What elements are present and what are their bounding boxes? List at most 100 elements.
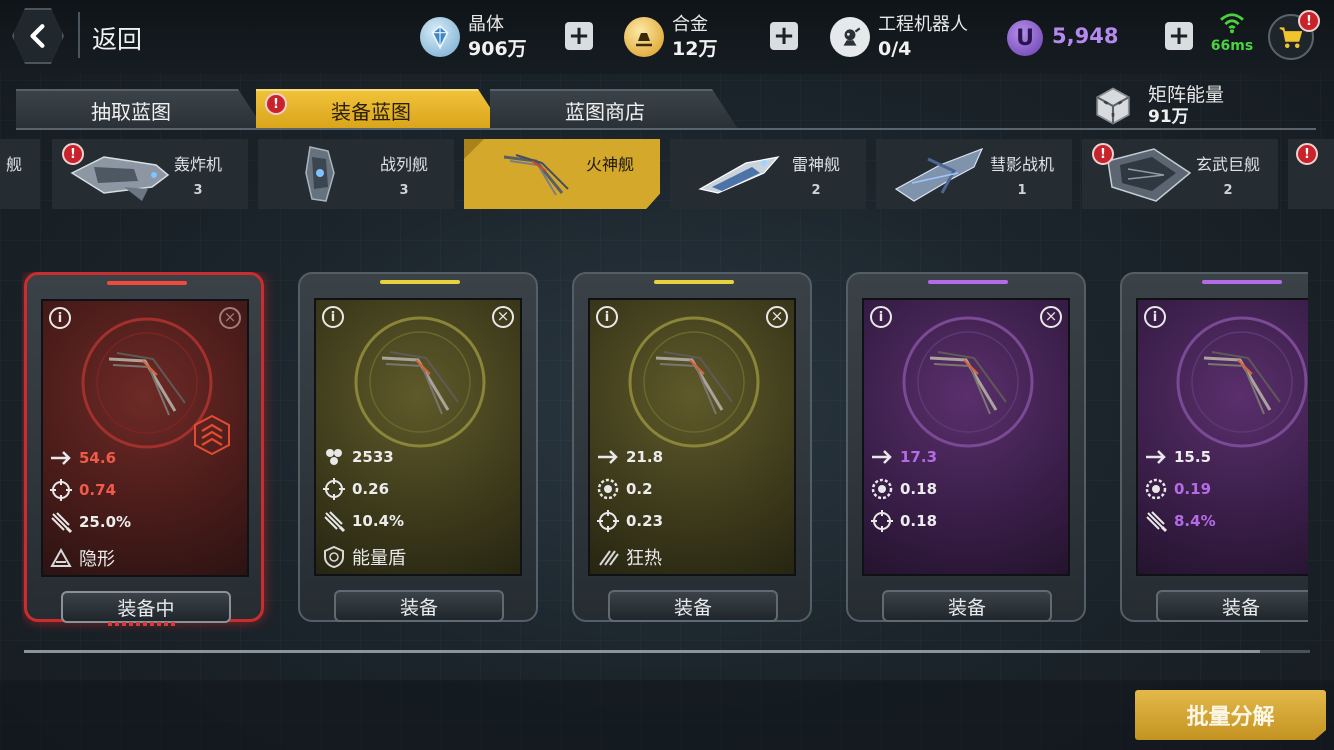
gear-ring-icon [597,478,619,500]
ship-name: 玄武巨舰 [1195,155,1260,174]
stat-row: 0.74 [49,477,116,503]
back-button[interactable] [12,8,64,64]
wifi-icon [1220,13,1244,34]
cards-scrollbar[interactable] [24,650,1310,653]
info-icon[interactable]: i [1144,306,1166,328]
divider [78,12,80,58]
matrix-energy-label: 矩阵能量 [1148,84,1225,106]
ship-name: 战列舰 [379,155,428,174]
stat-value: 2533 [352,448,394,466]
vulcan-ship-art [108,352,186,416]
speed-arrow-icon [51,451,71,465]
ship-count: 3 [399,183,409,198]
u-currency-value: 5,948 [1052,24,1119,48]
tab-blueprint-shop[interactable]: 蓝图商店 [490,89,738,129]
ship-alert-badge: ! [1092,143,1114,165]
alloy-label: 合金 [672,14,708,35]
tab-draw-blueprint[interactable]: 抽取蓝图 [16,89,264,129]
stat-value: 54.6 [79,449,117,467]
crosshair-icon [323,478,345,500]
equip-button[interactable]: 装备 [1156,590,1308,622]
info-icon[interactable]: i [49,307,71,329]
info-icon[interactable]: i [596,306,618,328]
stat-value: 0.74 [79,481,117,499]
vulcan-ship-art [929,351,1007,415]
equip-button[interactable]: 装备 [882,590,1052,622]
stat-value: 17.3 [900,448,938,466]
bulk-dismantle-button[interactable]: 批量分解 [1135,690,1326,740]
ship-item[interactable]: 舰 [0,139,40,209]
add-u-currency-button[interactable]: + [1165,22,1193,50]
stat-value: 0.26 [352,480,390,498]
crosshair-icon [597,510,619,532]
stat-row: 25.0% [49,509,131,535]
close-icon[interactable]: × [1040,306,1062,328]
ship-name: 轰炸机 [173,155,222,174]
alloy-value: 12万 [672,38,718,60]
stat-value: 10.4% [352,512,405,530]
stealth-icon [50,547,72,567]
ship-alert-badge: ! [1296,143,1318,165]
equipped-indicator [108,622,178,626]
matrix-energy: 矩阵能量 91万 [1092,84,1224,128]
ship-item-thor[interactable]: 雷神舰 2 [670,139,866,209]
matrix-energy-value: 91万 [1148,107,1189,127]
blueprint-card[interactable]: i × 2533 0.26 10.4% 能量盾 装备 [298,272,538,622]
vulcan-ship-art [1203,351,1281,415]
stat-value: 0.19 [1174,480,1212,498]
ship-type-strip: 舰 轰炸机 3 ! 战列舰 3 火神舰 雷神舰 2 彗影战机 1 玄武巨舰 2 … [0,139,1334,209]
tab-equip-blueprint[interactable]: 装备蓝图 [256,89,504,129]
scrollbar-thumb[interactable] [24,650,1260,653]
stat-row: 15.5 [1144,444,1211,470]
stat-value: 8.4% [1174,512,1216,530]
rank-chevron-icon [194,415,230,455]
blueprint-card[interactable]: i × 54.6 0.74 25.0% 隐形 装备中 [24,272,264,623]
missile-icon [51,512,73,534]
rarity-bar [107,281,187,285]
close-icon[interactable]: × [766,306,788,328]
robot-value: 0/4 [878,38,912,60]
add-crystal-button[interactable]: + [565,22,593,50]
info-icon[interactable]: i [322,306,344,328]
card-panel: i 15.5 0.19 8.4% [1136,298,1308,576]
stat-row: 0.26 [322,476,389,502]
equip-button[interactable]: 装备 [334,590,504,622]
blueprint-cards: i × 54.6 0.74 25.0% 隐形 装备中 i × 2533 0.26… [22,272,1308,632]
missile-icon [1146,511,1168,533]
info-icon[interactable]: i [870,306,892,328]
network-status: 66ms [1210,12,1254,54]
ship-item-battleship[interactable]: 战列舰 3 [258,139,454,209]
stat-row: 0.2 [596,476,653,502]
ship-item-vulcan[interactable]: 火神舰 [464,139,660,209]
rarity-bar [380,280,460,284]
stat-value: 21.8 [626,448,664,466]
blueprint-card[interactable]: i 15.5 0.19 8.4% 装备 [1120,272,1308,622]
top-bar: 返回 晶体 906万 + 合金 12万 + 工程机器人 0/4 U 5,948 … [0,0,1334,74]
skill-label: 隐形 [79,549,115,570]
stat-row: 21.8 [596,444,663,470]
equipped-button[interactable]: 装备中 [61,591,231,623]
speed-arrow-icon [1146,450,1166,464]
frenzy-icon [599,550,619,566]
ping-value: 66ms [1210,38,1254,54]
close-icon[interactable]: × [492,306,514,328]
energy-shield-icon [324,545,344,569]
blueprint-card[interactable]: i × 17.3 0.18 0.18 装备 [846,272,1086,622]
stat-row: 8.4% [1144,508,1216,534]
stat-value: 0.2 [626,480,653,498]
vulcan-ship-art [381,351,459,415]
card-panel: i × 2533 0.26 10.4% 能量盾 [314,298,522,576]
equip-button[interactable]: 装备 [608,590,778,622]
ship-count: 2 [1223,183,1233,198]
skill-row: 能量盾 [322,544,406,570]
blueprint-card[interactable]: i × 21.8 0.2 0.23 狂热 装备 [572,272,812,622]
close-icon[interactable]: × [219,307,241,329]
back-label[interactable]: 返回 [92,20,142,56]
ship-item-comet-fighter[interactable]: 彗影战机 1 [876,139,1072,209]
add-alloy-button[interactable]: + [770,22,798,50]
card-panel: i × 21.8 0.2 0.23 狂热 [588,298,796,576]
stat-row: 17.3 [870,444,937,470]
tab-alert-badge: ! [265,93,287,115]
crystal-value: 906万 [468,38,527,60]
crystal-label: 晶体 [468,14,504,35]
